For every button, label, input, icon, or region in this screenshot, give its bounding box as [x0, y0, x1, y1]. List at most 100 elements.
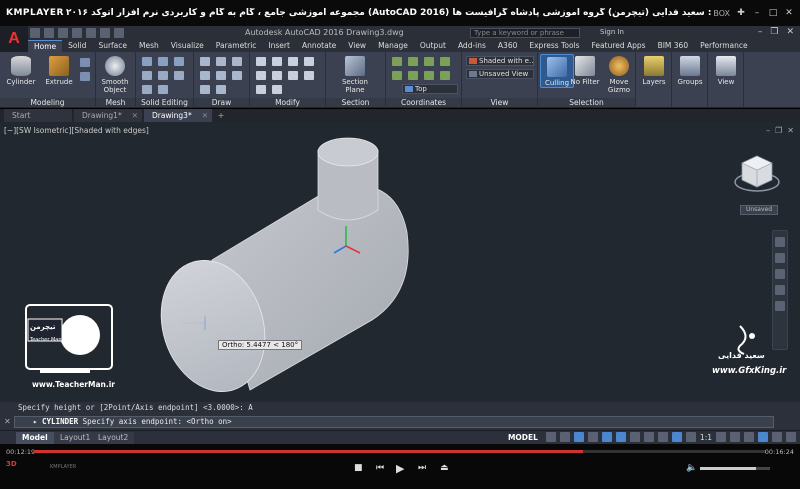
maximize-icon[interactable]: □ — [768, 8, 778, 18]
trim-icon[interactable] — [288, 57, 298, 66]
ribbon-tab-home[interactable]: Home — [28, 40, 63, 52]
sign-in-button[interactable]: Sign In — [600, 28, 624, 36]
3d-osnap-icon[interactable] — [671, 432, 682, 442]
smooth-object-button[interactable]: Smooth Object — [98, 54, 132, 94]
polar-icon[interactable] — [587, 432, 598, 442]
model-space-button[interactable]: MODEL — [508, 433, 538, 442]
annotation-monitor-icon[interactable] — [730, 432, 740, 442]
new-icon[interactable] — [30, 28, 40, 38]
ucs-x-icon[interactable] — [392, 71, 402, 80]
pin-icon[interactable]: ✚ — [736, 8, 746, 18]
file-tab-drawing1[interactable]: Drawing1* ✕ — [74, 109, 142, 122]
workspace-gear-icon[interactable] — [716, 432, 726, 442]
play-icon[interactable]: ▶ — [396, 462, 404, 475]
layers-button[interactable]: Layers — [637, 54, 671, 86]
ucs-face-icon[interactable] — [440, 71, 450, 80]
mirror-icon[interactable] — [256, 71, 266, 80]
stop-icon[interactable]: ■ — [354, 463, 363, 473]
ucs-world-icon[interactable] — [408, 57, 418, 66]
ribbon-tab-output[interactable]: Output — [414, 40, 452, 52]
ribbon-tab-view[interactable]: View — [342, 40, 372, 52]
line-icon[interactable] — [200, 57, 210, 66]
ribbon-tab-featured-apps[interactable]: Featured Apps — [586, 40, 652, 52]
new-tab-button[interactable]: + — [214, 109, 228, 122]
restore-icon[interactable]: ❐ — [770, 27, 778, 37]
minimize-icon[interactable]: – — [752, 8, 762, 18]
ucs-icon[interactable] — [392, 57, 402, 66]
close-icon[interactable]: ✕ — [786, 27, 794, 37]
ucs-3point-icon[interactable] — [440, 57, 450, 66]
fillet-icon[interactable] — [272, 71, 282, 80]
ribbon-tab-a360[interactable]: A360 — [492, 40, 523, 52]
array-icon[interactable] — [256, 85, 266, 94]
scale-icon[interactable] — [304, 71, 314, 80]
ribbon-tab-annotate[interactable]: Annotate — [296, 40, 342, 52]
customization-icon[interactable] — [786, 432, 796, 442]
stretch-icon[interactable] — [288, 71, 298, 80]
ribbon-tab-surface[interactable]: Surface — [92, 40, 133, 52]
copy-icon[interactable] — [304, 57, 314, 66]
next-icon[interactable]: ⏭ — [418, 463, 426, 473]
command-close-icon[interactable]: ✕ — [4, 417, 11, 426]
ucs-menu[interactable]: Unsaved — [740, 205, 778, 215]
ribbon-tab-visualize[interactable]: Visualize — [165, 40, 210, 52]
section-plane-button[interactable]: Section Plane — [338, 54, 372, 94]
slice-icon[interactable] — [142, 71, 152, 80]
annotation-visibility-icon[interactable] — [685, 432, 696, 442]
ortho-icon[interactable] — [573, 432, 584, 442]
open-icon[interactable] — [44, 28, 54, 38]
hardware-acceleration-icon[interactable] — [758, 432, 768, 442]
search-input[interactable]: Type a keyword or phrase — [470, 28, 580, 38]
shell-icon[interactable] — [158, 85, 168, 94]
ribbon-tab-insert[interactable]: Insert — [262, 40, 296, 52]
layout-tab-layout2[interactable]: Layout2 — [92, 432, 135, 444]
ribbon-tab-parametric[interactable]: Parametric — [210, 40, 263, 52]
ribbon-tab-manage[interactable]: Manage — [372, 40, 414, 52]
interfere-icon[interactable] — [174, 71, 184, 80]
spline-icon[interactable] — [216, 85, 226, 94]
file-tab-start[interactable]: Start — [4, 109, 72, 122]
command-input[interactable]: ▸ CYLINDER Specify axis endpoint: <Ortho… — [14, 416, 774, 428]
groups-button[interactable]: Groups — [673, 54, 707, 86]
ucs-y-icon[interactable] — [408, 71, 418, 80]
otrack-icon[interactable] — [615, 432, 626, 442]
orbit-icon[interactable] — [775, 285, 785, 295]
file-tab-drawing3[interactable]: Drawing3* ✕ — [144, 109, 212, 122]
cylinder-button[interactable]: Cylinder — [4, 54, 38, 86]
union-icon[interactable] — [142, 57, 152, 66]
intersect-icon[interactable] — [174, 57, 184, 66]
transparency-icon[interactable] — [643, 432, 654, 442]
circle-icon[interactable] — [232, 57, 242, 66]
clean-screen-icon[interactable] — [772, 432, 782, 442]
close-icon[interactable]: ✕ — [784, 8, 794, 18]
grid-icon[interactable] — [545, 432, 556, 442]
selection-cycling-icon[interactable] — [657, 432, 668, 442]
redo-icon[interactable] — [114, 28, 124, 38]
thicken-icon[interactable] — [158, 71, 168, 80]
layout-tab-model[interactable]: Model — [16, 432, 54, 444]
extract-edges-icon[interactable] — [142, 85, 152, 94]
seek-bar[interactable] — [34, 450, 766, 453]
volume-slider[interactable] — [700, 467, 770, 470]
showmotion-icon[interactable] — [775, 301, 785, 311]
undo-icon[interactable] — [100, 28, 110, 38]
osnap-icon[interactable] — [601, 432, 612, 442]
named-view-select[interactable]: Unsaved View — [466, 69, 534, 79]
revolve-icon[interactable] — [80, 72, 90, 81]
drawing-viewport[interactable]: [−][SW Isometric][Shaded with edges] – ❐… — [0, 122, 800, 402]
view-button[interactable]: View — [709, 54, 743, 86]
no-filter-button[interactable]: No Filter — [568, 54, 602, 86]
snap-icon[interactable] — [559, 432, 570, 442]
erase-icon[interactable] — [272, 85, 282, 94]
steering-wheel-icon[interactable] — [775, 237, 785, 247]
polyline-icon[interactable] — [216, 57, 226, 66]
move-icon[interactable] — [256, 57, 266, 66]
ribbon-tab-add-ins[interactable]: Add-ins — [452, 40, 492, 52]
subtract-icon[interactable] — [158, 57, 168, 66]
player-box-label[interactable]: BOX — [713, 9, 730, 18]
ribbon-tab-mesh[interactable]: Mesh — [133, 40, 165, 52]
isolate-objects-icon[interactable] — [744, 432, 754, 442]
arc-icon[interactable] — [200, 71, 210, 80]
application-menu-button[interactable]: A — [0, 26, 28, 52]
save-icon[interactable] — [58, 28, 68, 38]
